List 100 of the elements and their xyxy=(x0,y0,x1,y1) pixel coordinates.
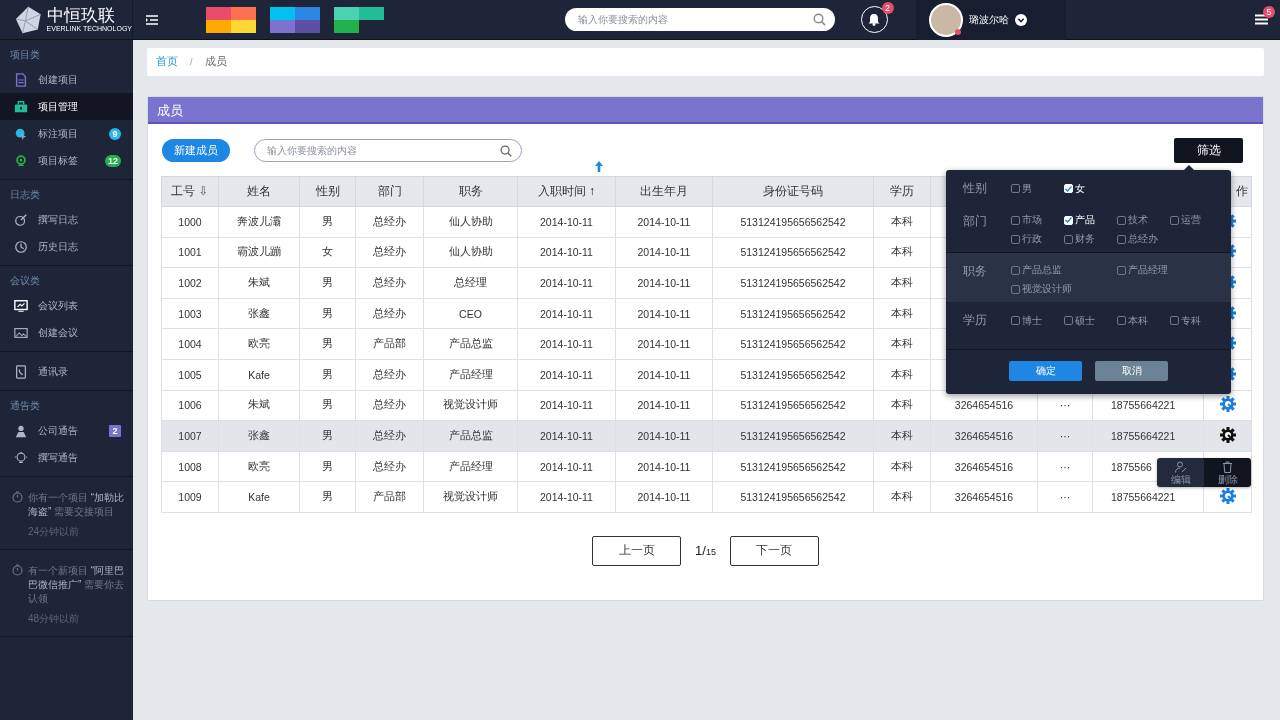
filter-option[interactable]: 技术 xyxy=(1117,213,1170,227)
filter-button[interactable]: 筛选 xyxy=(1174,137,1243,163)
filter-option[interactable]: 专科 xyxy=(1170,312,1223,329)
sidebar-item[interactable]: 历史日志 xyxy=(0,233,133,260)
theme-swatch[interactable] xyxy=(270,6,295,20)
sidebar-item[interactable]: 公司通告 2 xyxy=(0,417,133,444)
new-member-button[interactable]: 新建成员 xyxy=(162,138,230,162)
sidebar-item[interactable]: 撰写日志 xyxy=(0,206,133,233)
table-cell: 男 xyxy=(322,428,333,441)
chevron-down-icon[interactable] xyxy=(1014,13,1027,26)
theme-swatch[interactable] xyxy=(295,6,320,20)
sidebar-toggle-icon[interactable] xyxy=(146,14,158,25)
column-header[interactable]: 职务 xyxy=(423,176,518,207)
sidebar-item[interactable]: 创建会议 xyxy=(0,319,133,346)
checkbox[interactable] xyxy=(1117,234,1126,244)
table-cell: 奔波儿灞 xyxy=(237,214,281,227)
column-header[interactable]: 学历 xyxy=(873,176,931,207)
filter-option[interactable]: 产品 xyxy=(1064,213,1117,227)
filter-option[interactable]: 产品经理 xyxy=(1117,263,1223,277)
filter-option[interactable]: 硕士 xyxy=(1064,312,1117,329)
gear-icon[interactable] xyxy=(1219,426,1236,443)
stopwatch-icon xyxy=(12,491,23,503)
column-header[interactable]: 身份证号码 xyxy=(712,176,874,207)
table-cell: 欧亮 xyxy=(248,459,270,472)
breadcrumb-item[interactable]: 首页 xyxy=(156,55,178,69)
search-icon[interactable] xyxy=(812,13,826,26)
filter-option[interactable]: 市场 xyxy=(1011,213,1064,227)
filter-option[interactable]: 本科 xyxy=(1117,312,1170,329)
checkbox[interactable] xyxy=(1117,215,1126,225)
sidebar-item[interactable]: 会议列表 xyxy=(0,292,133,319)
sidebar-item[interactable]: 撰写通告 xyxy=(0,444,133,471)
table-cell: 2014-10-11 xyxy=(540,368,593,381)
column-header[interactable]: 入职时间 ↑ xyxy=(517,176,616,207)
column-header[interactable]: 工号 ⇩ xyxy=(161,176,219,207)
edit-button[interactable]: 编辑 xyxy=(1157,458,1204,487)
table-cell: 18755664221 xyxy=(1111,491,1176,504)
table-cell: 男 xyxy=(322,306,333,319)
table-cell: 产品部 xyxy=(373,337,406,350)
previous-page-button[interactable]: 上一页 xyxy=(592,535,682,566)
checkbox[interactable] xyxy=(1117,265,1126,275)
column-header[interactable]: 部门 xyxy=(355,176,424,207)
avatar[interactable] xyxy=(928,2,963,37)
filter-option[interactable]: 总经办 xyxy=(1117,232,1170,246)
checkbox[interactable] xyxy=(1011,234,1020,244)
panel-title: 成员 xyxy=(148,97,1263,124)
theme-swatch[interactable] xyxy=(334,6,359,20)
theme-swatch[interactable] xyxy=(359,6,384,20)
checkbox[interactable] xyxy=(1011,316,1020,325)
sidebar-item[interactable]: 项目管理 xyxy=(0,93,133,120)
confirm-button[interactable]: 确定 xyxy=(1009,361,1082,381)
menu-icon[interactable] xyxy=(1254,14,1268,25)
column-header[interactable]: 性别 xyxy=(299,176,356,207)
user-name[interactable]: 璐波尔哈 xyxy=(968,12,1009,27)
table-cell: 18755664221 xyxy=(1111,399,1176,412)
table-cell: 产品经理 xyxy=(448,367,493,380)
menu-count: 5 xyxy=(1263,5,1275,18)
column-header[interactable]: 姓名 xyxy=(218,176,300,207)
sidebar-item[interactable]: 项目标签 12 xyxy=(0,147,133,174)
filter-option[interactable]: 财务 xyxy=(1064,232,1117,246)
delete-button[interactable]: 删除 xyxy=(1204,458,1251,487)
checkbox[interactable] xyxy=(1011,215,1020,225)
arrow-down-icon[interactable]: ⇩ xyxy=(198,184,209,198)
table-cell: 2014-10-11 xyxy=(540,429,593,442)
theme-swatch[interactable] xyxy=(231,6,256,20)
monitor-icon xyxy=(14,298,28,313)
checkbox[interactable] xyxy=(1064,234,1073,244)
search-icon[interactable] xyxy=(500,144,512,157)
filter-option[interactable]: 视觉设计师 xyxy=(1011,282,1117,296)
checkbox[interactable] xyxy=(1117,316,1126,325)
filter-option[interactable]: 男 xyxy=(1011,180,1064,197)
table-cell: 2014-10-11 xyxy=(540,215,593,228)
search-field[interactable]: 输入你要搜索的内容 xyxy=(564,8,835,31)
checkbox[interactable] xyxy=(1064,184,1073,193)
cancel-button[interactable]: 取消 xyxy=(1095,361,1168,381)
table-cell: 产品部 xyxy=(373,490,406,503)
sidebar-item[interactable]: 创建项目 xyxy=(0,66,133,93)
checkbox[interactable] xyxy=(1170,316,1179,325)
column-header[interactable]: 出生年月 xyxy=(615,176,713,207)
checkbox[interactable] xyxy=(1011,184,1020,193)
arrow-up-icon[interactable]: ↑ xyxy=(589,184,595,198)
checkbox[interactable] xyxy=(1011,265,1020,275)
sidebar-item[interactable]: 通讯录 xyxy=(0,358,133,385)
next-page-button[interactable]: 下一页 xyxy=(729,535,819,566)
checkbox[interactable] xyxy=(1011,284,1020,294)
table-cell: 总经办 xyxy=(373,398,406,411)
filter-option[interactable]: 女 xyxy=(1064,180,1117,197)
table-cell: 男 xyxy=(322,490,333,503)
search-field[interactable]: 输入你要搜索的内容 xyxy=(254,138,522,162)
phonebook-icon xyxy=(14,364,28,379)
filter-option[interactable]: 运营 xyxy=(1170,213,1223,227)
checkbox[interactable] xyxy=(1064,316,1073,325)
checkbox[interactable] xyxy=(1170,215,1179,225)
filter-option[interactable]: 博士 xyxy=(1011,312,1064,329)
theme-swatch[interactable] xyxy=(206,6,231,20)
sidebar-item[interactable]: 标注项目 9 xyxy=(0,120,133,147)
filter-option[interactable]: 行政 xyxy=(1011,232,1064,246)
filter-label: 学历 xyxy=(963,312,988,329)
table-cell: 1001 xyxy=(178,246,202,259)
table-cell: ··· xyxy=(1059,399,1071,412)
filter-option[interactable]: 产品总监 xyxy=(1011,263,1117,277)
